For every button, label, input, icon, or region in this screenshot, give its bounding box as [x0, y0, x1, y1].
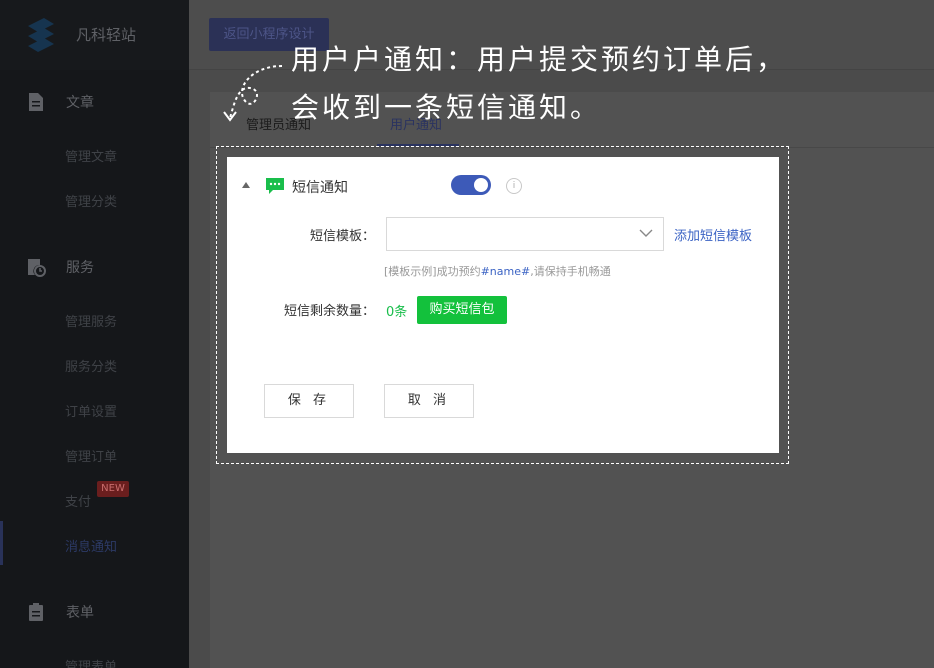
brand-header: 凡科轻站: [0, 0, 189, 70]
hint-variable: #name#: [480, 265, 531, 278]
cancel-button[interactable]: 取 消: [384, 384, 474, 418]
remaining-count: 0条: [386, 305, 408, 320]
sidebar-item-message-notification[interactable]: 消息通知: [65, 536, 117, 555]
sidebar-item-manage-articles[interactable]: 管理文章: [65, 146, 117, 165]
clipboard-icon: [29, 603, 43, 621]
service-icon: [28, 259, 46, 277]
toggle-knob: [474, 178, 488, 192]
new-badge: NEW: [97, 481, 129, 497]
brand-logo-icon: [28, 18, 54, 52]
panel-title: 短信通知: [292, 180, 348, 196]
remaining-label: 短信剩余数量：: [283, 304, 375, 319]
active-indicator: [0, 521, 3, 565]
sidebar-section-label: 服务: [66, 260, 94, 276]
info-icon[interactable]: i: [506, 178, 522, 194]
annotation-line-2: 会收到一条短信通知。: [291, 91, 602, 124]
save-button[interactable]: 保 存: [264, 384, 354, 418]
sms-message-icon: [266, 178, 284, 194]
sidebar: 凡科轻站 文章 管理文章 管理分类 服务 管理服务 服务分类 订单设置 管理订单…: [0, 0, 189, 668]
buy-sms-pack-button[interactable]: 购买短信包: [417, 296, 507, 324]
sidebar-section-label: 表单: [66, 605, 94, 621]
sidebar-item-manage-orders[interactable]: 管理订单: [65, 446, 117, 465]
sidebar-section-forms[interactable]: 表单: [0, 600, 189, 624]
add-template-link[interactable]: 添加短信模板: [674, 225, 752, 244]
sidebar-item-order-settings[interactable]: 订单设置: [65, 401, 117, 420]
sms-toggle[interactable]: [451, 175, 491, 195]
sidebar-item-manage-services[interactable]: 管理服务: [65, 311, 117, 330]
annotation-line-1: 用户户通知：用户提交预约订单后，: [291, 43, 788, 76]
sidebar-item-manage-categories[interactable]: 管理分类: [65, 191, 117, 210]
collapse-caret-icon[interactable]: [242, 182, 250, 188]
sidebar-item-manage-forms[interactable]: 管理表单: [65, 656, 117, 668]
brand-name: 凡科轻站: [76, 26, 137, 44]
sidebar-item-service-categories[interactable]: 服务分类: [65, 356, 117, 375]
sidebar-section-articles[interactable]: 文章: [0, 90, 189, 114]
template-select[interactable]: [386, 217, 664, 251]
annotation-arrow-icon: [223, 65, 283, 122]
sidebar-section-label: 文章: [66, 95, 94, 111]
template-hint: [模板示例]成功预约#name#,请保持手机畅通: [384, 265, 611, 278]
document-icon: [29, 93, 43, 111]
template-label: 短信模板：: [309, 229, 375, 244]
sidebar-section-services[interactable]: 服务: [0, 255, 189, 279]
sidebar-item-payment[interactable]: 支付: [65, 491, 91, 510]
sms-notification-panel: 短信通知 i 短信模板： 添加短信模板 [模板示例]成功预约#name#,请保持…: [227, 157, 779, 453]
chevron-down-icon: [639, 229, 653, 237]
